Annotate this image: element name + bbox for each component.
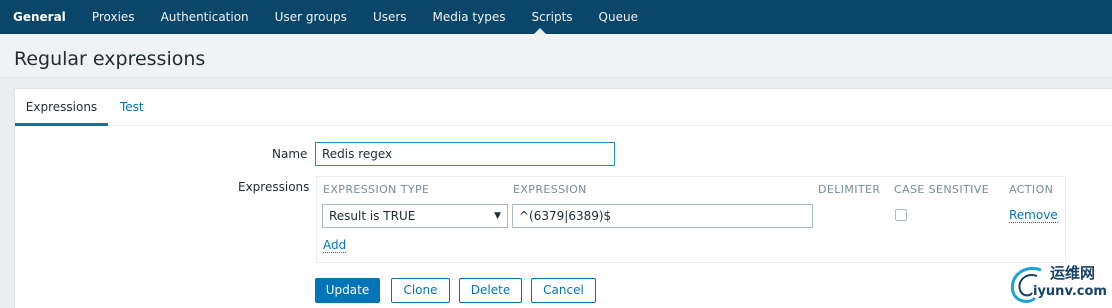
- expression-type-select[interactable]: Result is TRUE ▼: [322, 204, 508, 228]
- top-nav: General Proxies Authentication User grou…: [0, 0, 1112, 34]
- dropdown-arrow-icon: ▼: [494, 211, 501, 221]
- name-input[interactable]: [315, 142, 615, 166]
- nav-item-scripts[interactable]: Scripts: [518, 0, 585, 34]
- nav-item-user-groups[interactable]: User groups: [262, 0, 360, 34]
- watermark-text-cn: 运维网: [1050, 264, 1096, 282]
- clone-button[interactable]: Clone: [391, 278, 450, 303]
- form-card: Expressions Test Name Expressions EXPRES…: [14, 88, 1112, 308]
- nav-item-media-types[interactable]: Media types: [420, 0, 519, 34]
- case-sensitive-checkbox[interactable]: [895, 209, 907, 221]
- expression-input[interactable]: [512, 204, 813, 228]
- col-header-delimiter: DELIMITER: [818, 183, 881, 196]
- page-title: Regular expressions: [14, 48, 206, 70]
- remove-link[interactable]: Remove: [1009, 208, 1058, 223]
- nav-item-authentication[interactable]: Authentication: [148, 0, 262, 34]
- name-label: Name: [272, 147, 308, 161]
- tab-expressions[interactable]: Expressions: [15, 89, 108, 126]
- nav-item-users[interactable]: Users: [360, 0, 420, 34]
- delete-button[interactable]: Delete: [459, 278, 522, 303]
- watermark-text-url: iyunv.com: [1033, 284, 1107, 299]
- nav-item-proxies[interactable]: Proxies: [79, 0, 148, 34]
- expressions-label: Expressions: [238, 180, 310, 194]
- watermark-logo: 运维网 iyunv.com: [1005, 262, 1109, 306]
- expressions-table: EXPRESSION TYPE EXPRESSION DELIMITER CAS…: [316, 176, 1066, 263]
- col-header-case-sensitive: CASE SENSITIVE: [894, 183, 990, 196]
- tab-bar: Expressions Test: [15, 89, 1112, 126]
- update-button[interactable]: Update: [315, 278, 380, 303]
- col-header-action: ACTION: [1009, 183, 1054, 196]
- col-header-expression: EXPRESSION: [513, 183, 587, 196]
- nav-item-general[interactable]: General: [0, 0, 79, 34]
- tab-test[interactable]: Test: [120, 89, 144, 126]
- col-header-expression-type: EXPRESSION TYPE: [323, 183, 430, 196]
- add-link[interactable]: Add: [323, 238, 347, 253]
- cancel-button[interactable]: Cancel: [531, 278, 596, 303]
- expression-type-value: Result is TRUE: [329, 209, 416, 223]
- nav-item-queue[interactable]: Queue: [586, 0, 651, 34]
